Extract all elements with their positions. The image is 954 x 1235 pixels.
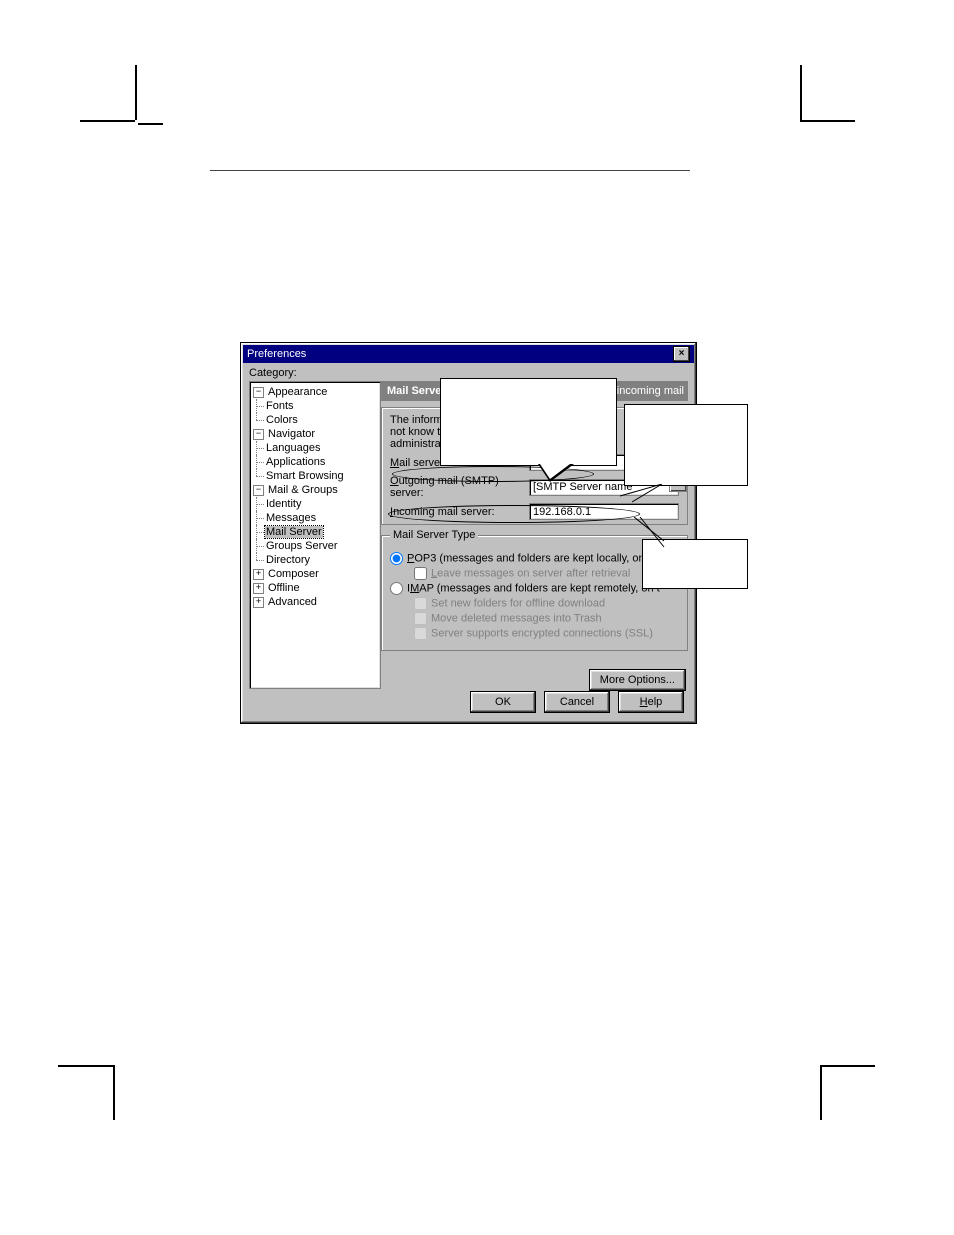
tree-item-identity[interactable]: Identity [265,498,302,510]
crop-mark-top-left [80,65,150,135]
imap-radio[interactable] [390,582,403,595]
callout-tail-2 [620,484,664,498]
collapse-icon[interactable]: − [253,387,264,398]
tree-item-colors[interactable]: Colors [265,414,299,426]
leave-on-server-label: Leave messages on server after retrieval [431,567,630,579]
titlebar: Preferences × [243,345,694,363]
panel-heading-text: Mail Server [387,385,446,397]
smtp-label: Outgoing mail (SMTP) server: [390,475,529,499]
tree-item-offline[interactable]: Offline [267,582,301,594]
pop3-label: POP3 (messages and folders are kept loca… [407,552,663,564]
imap-label: IMAP (messages and folders are kept remo… [407,582,660,594]
imap-trash-checkbox [414,612,427,625]
crop-mark-top-right [800,65,870,135]
tree-item-appearance[interactable]: Appearance [267,386,328,398]
collapse-icon[interactable]: − [253,429,264,440]
cancel-button[interactable]: Cancel [544,691,610,713]
callout-tail-3 [634,517,674,547]
tree-item-groups-server[interactable]: Groups Server [265,540,339,552]
window-title: Preferences [247,348,306,360]
tree-item-mail-groups[interactable]: Mail & Groups [267,484,339,496]
imap-offline-checkbox [414,597,427,610]
page-rule [210,170,690,171]
callout-box-1 [440,378,617,466]
incoming-label: Incoming mail server: [390,506,529,518]
close-icon[interactable]: × [673,346,690,362]
tree-item-composer[interactable]: Composer [267,568,320,580]
leave-on-server-checkbox[interactable] [414,567,427,580]
tree-item-advanced[interactable]: Advanced [267,596,318,608]
collapse-icon[interactable]: − [253,485,264,496]
help-button[interactable]: Help [618,691,684,713]
callout-tail-1 [538,464,574,482]
imap-ssl-label: Server supports encrypted connections (S… [431,627,653,639]
tree-item-navigator[interactable]: Navigator [267,428,316,440]
crop-mark-bottom-right [820,1065,890,1135]
tree-item-messages[interactable]: Messages [265,512,317,524]
info-text: not know th [390,426,446,438]
imap-trash-label: Move deleted messages into Trash [431,612,602,624]
imap-ssl-checkbox [414,627,427,640]
expand-icon[interactable]: + [253,569,264,580]
tree-item-fonts[interactable]: Fonts [265,400,295,412]
category-tree[interactable]: −Appearance Fonts Colors −Navigator Lang… [249,381,381,689]
tree-item-directory[interactable]: Directory [265,554,311,566]
category-label: Category: [249,367,297,379]
crop-mark-bottom-left [58,1065,128,1135]
callout-box-2 [624,404,748,486]
imap-offline-label: Set new folders for offline download [431,597,605,609]
pop3-radio[interactable] [390,552,403,565]
tree-item-languages[interactable]: Languages [265,442,321,454]
expand-icon[interactable]: + [253,583,264,594]
group-legend: Mail Server Type [390,529,478,541]
expand-icon[interactable]: + [253,597,264,608]
tree-item-applications[interactable]: Applications [265,456,326,468]
tree-item-smart-browsing[interactable]: Smart Browsing [265,470,345,482]
ok-button[interactable]: OK [470,691,536,713]
tree-item-mail-server[interactable]: Mail Server [265,526,323,538]
more-options-button[interactable]: More Options... [589,669,686,691]
